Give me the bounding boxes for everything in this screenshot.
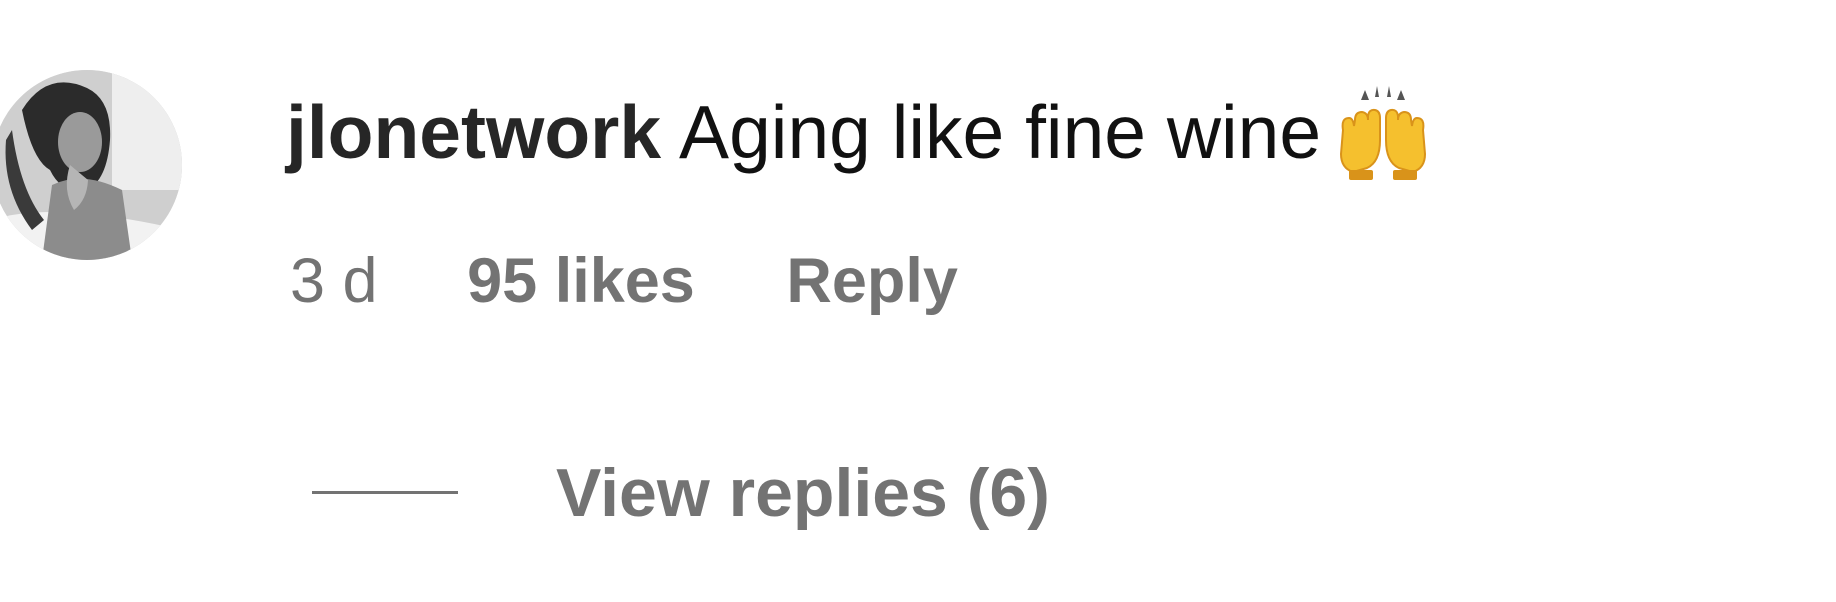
likes-count[interactable]: 95 likes — [467, 236, 695, 326]
comment-body: jlonetwork Aging like fine wine — [286, 82, 1431, 182]
avatar[interactable] — [0, 70, 182, 260]
comment-text: Aging like fine wine — [679, 90, 1322, 174]
comment: jlonetwork Aging like fine wine 3 d 95 li… — [0, 0, 1836, 602]
raising-hands-icon — [1335, 82, 1431, 182]
timestamp: 3 d — [290, 246, 378, 316]
comment-meta: 3 d 95 likes Reply — [290, 236, 958, 326]
view-replies-label: View replies (6) — [556, 455, 1050, 531]
avatar-photo — [0, 70, 182, 260]
username-link[interactable]: jlonetwork — [286, 90, 661, 174]
reply-button[interactable]: Reply — [786, 236, 958, 326]
replies-divider — [312, 491, 458, 494]
